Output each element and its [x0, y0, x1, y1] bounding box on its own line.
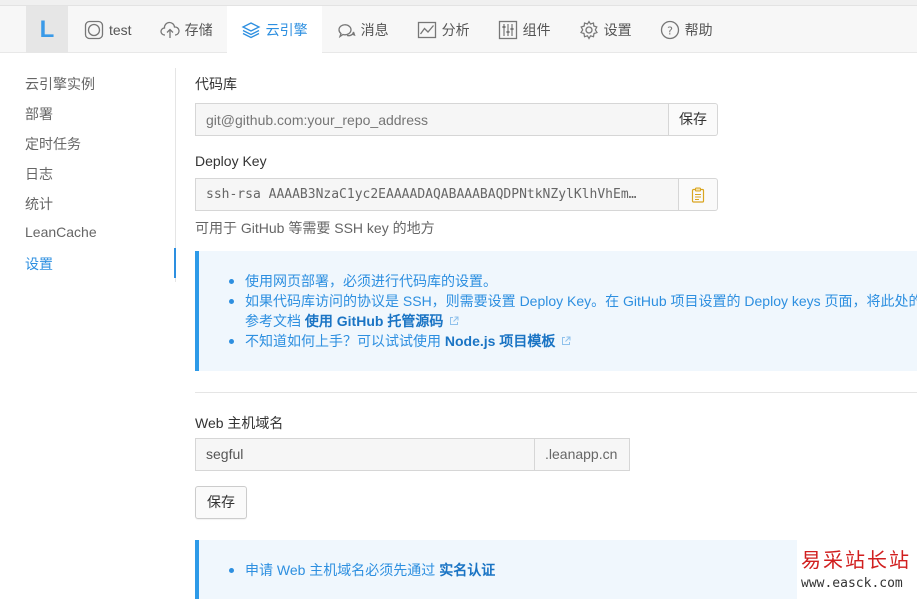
sidebar-item-cron[interactable]: 定时任务	[25, 134, 81, 154]
sidebar-item-stats[interactable]: 统计	[25, 194, 53, 214]
deploy-key-field[interactable]: ssh-rsa AAAAB3NzaC1yc2EAAAADAQABAAABAQDP…	[195, 178, 679, 211]
web-host-input[interactable]: segful	[195, 438, 535, 471]
sidebar-item-settings[interactable]: 设置	[25, 254, 53, 274]
deploy-key-input-group: ssh-rsa AAAAB3NzaC1yc2EAAAADAQABAAABAQDP…	[195, 178, 718, 211]
nav-item-label: test	[109, 21, 132, 38]
cloud-upload-icon	[159, 20, 180, 40]
alert-item: 如果代码库访问的协议是 SSH，则需要设置 Deploy Key。在 GitHu…	[199, 291, 917, 311]
section-divider	[195, 392, 917, 393]
sliders-icon	[498, 20, 518, 40]
alert-item: 不知道如何上手？可以试试使用 Node.js 项目模板	[199, 331, 917, 351]
web-host-label: Web 主机域名	[195, 415, 284, 431]
nav-item-help[interactable]: ? 帮助	[646, 6, 727, 53]
sidebar-item-logs[interactable]: 日志	[25, 164, 53, 184]
web-host-save-button[interactable]: 保存	[195, 486, 247, 519]
nav-item-test[interactable]: test	[70, 6, 146, 53]
real-name-auth-link[interactable]: 实名认证	[439, 562, 495, 578]
repo-input-group: 保存	[195, 103, 718, 136]
nodejs-template-link[interactable]: Node.js 项目模板	[445, 333, 555, 349]
layers-icon	[241, 20, 261, 40]
alert-text: 参考文档	[245, 313, 301, 329]
nav-item-label: 帮助	[684, 21, 713, 38]
sidebar-active-indicator	[174, 248, 176, 278]
nav-item-messages[interactable]: 消息	[322, 6, 403, 53]
app-logo[interactable]: L	[26, 6, 68, 53]
nav-item-engine[interactable]: 云引擎	[226, 6, 322, 54]
svg-text:?: ?	[667, 24, 673, 37]
repo-save-button[interactable]: 保存	[669, 103, 718, 136]
info-alert: 使用网页部署，必须进行代码库的设置。 如果代码库访问的协议是 SSH，则需要设置…	[195, 251, 917, 371]
alert-item-continued: 参考文档 使用 GitHub 托管源码	[199, 311, 917, 331]
sidebar-item-deploy[interactable]: 部署	[25, 104, 53, 124]
nav-item-label: 消息	[360, 21, 389, 38]
sidebar-item-leancache[interactable]: LeanCache	[25, 224, 97, 240]
copy-button[interactable]	[679, 178, 718, 211]
sidebar-item-instances[interactable]: 云引擎实例	[25, 74, 95, 94]
top-navbar: L test 存储 云引擎 消息 分析 组件 设置 ? 帮助	[0, 6, 917, 54]
alert-text: 申请 Web 主机域名必须先通过	[245, 562, 436, 578]
domain-suffix: .leanapp.cn	[535, 438, 630, 471]
alert-text: 如果代码库访问的协议是 SSH，则需要设置 Deploy Key。在 GitHu…	[245, 293, 917, 309]
watermark-url: www.easck.com	[801, 576, 903, 591]
nav-item-settings[interactable]: 设置	[565, 6, 646, 53]
deploy-key-label: Deploy Key	[195, 153, 267, 169]
site-watermark: 易采站长站 www.easck.com	[797, 540, 917, 599]
nav-item-label: 存储	[184, 21, 213, 38]
external-link-icon	[450, 316, 459, 325]
github-docs-link[interactable]: 使用 GitHub 托管源码	[305, 313, 443, 329]
repo-label: 代码库	[195, 76, 237, 92]
deploy-key-help: 可用于 GitHub 等需要 SSH key 的地方	[195, 220, 435, 236]
main-nav: test 存储 云引擎 消息 分析 组件 设置 ? 帮助	[70, 6, 727, 54]
gear-icon	[579, 19, 599, 40]
chart-icon	[417, 20, 437, 40]
nav-item-label: 分析	[441, 21, 470, 38]
nav-item-components[interactable]: 组件	[484, 6, 565, 53]
nav-item-label: 云引擎	[265, 22, 308, 38]
web-host-input-group: segful .leanapp.cn	[195, 438, 630, 471]
nav-item-storage[interactable]: 存储	[146, 6, 227, 53]
nav-item-label: 组件	[522, 21, 551, 38]
nav-item-analytics[interactable]: 分析	[403, 6, 484, 53]
alert-text: 使用网页部署，必须进行代码库的设置。	[245, 273, 497, 289]
repo-address-input[interactable]	[195, 103, 669, 136]
alert-text: 不知道如何上手？可以试试使用	[245, 333, 441, 349]
app-circle-icon	[84, 20, 104, 40]
nav-item-label: 设置	[603, 21, 632, 38]
watermark-title: 易采站长站	[801, 548, 911, 572]
alert-item: 使用网页部署，必须进行代码库的设置。	[199, 271, 917, 291]
help-icon: ?	[660, 20, 680, 40]
external-link-icon	[562, 336, 571, 345]
chat-icon	[336, 20, 356, 40]
clipboard-icon	[691, 187, 705, 203]
